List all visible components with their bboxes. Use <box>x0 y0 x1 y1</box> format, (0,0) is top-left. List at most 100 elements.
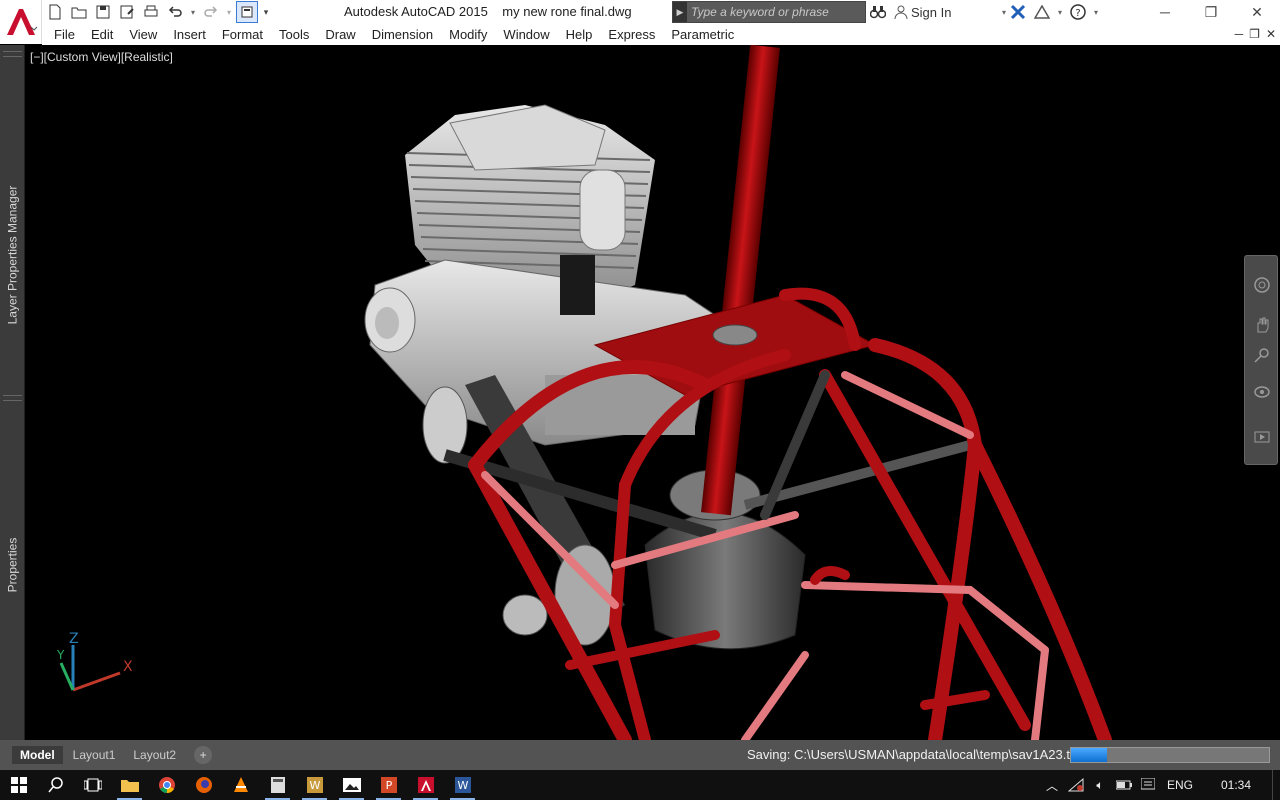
window-controls: ─ ❐ ✕ <box>1142 0 1280 24</box>
search-input[interactable] <box>687 5 857 19</box>
file-explorer-icon[interactable] <box>111 770 148 800</box>
orbit-icon[interactable] <box>1251 381 1273 403</box>
autocad-taskbar-icon[interactable] <box>407 770 444 800</box>
application-menu-button[interactable] <box>0 0 42 44</box>
powerpoint-icon[interactable]: P <box>370 770 407 800</box>
menu-view[interactable]: View <box>121 24 165 45</box>
menu-tools[interactable]: Tools <box>271 24 317 45</box>
customize-qat-icon[interactable]: ▾ <box>260 1 272 23</box>
menu-modify[interactable]: Modify <box>441 24 495 45</box>
workspace-icon[interactable] <box>236 1 258 23</box>
word-doc-icon[interactable]: W <box>296 770 333 800</box>
redo-icon[interactable] <box>200 1 222 23</box>
undo-icon[interactable] <box>164 1 186 23</box>
save-icon[interactable] <box>92 1 114 23</box>
quick-access-toolbar: ▾ ▾ ▾ <box>44 0 272 24</box>
menu-format[interactable]: Format <box>214 24 271 45</box>
save-progress-bar <box>1070 747 1270 763</box>
open-folder-icon[interactable] <box>68 1 90 23</box>
ucs-x-label: X <box>123 659 133 675</box>
progress-fill <box>1071 748 1107 762</box>
menu-dimension[interactable]: Dimension <box>364 24 441 45</box>
left-palette-bar: Layer Properties Manager Properties <box>0 45 25 740</box>
search-box[interactable]: ▶ <box>672 1 866 23</box>
tab-layout2[interactable]: Layout2 <box>125 746 184 764</box>
start-icon[interactable] <box>0 770 37 800</box>
menu-help[interactable]: Help <box>558 24 601 45</box>
word-icon[interactable]: W <box>444 770 481 800</box>
photos-icon[interactable] <box>333 770 370 800</box>
search-icon[interactable] <box>37 770 74 800</box>
ucs-icon: X Y Z <box>56 631 133 692</box>
title-bar: ▾ ▾ ▾ Autodesk AutoCAD 2015 my new rone … <box>0 0 1280 24</box>
battery-icon[interactable] <box>1112 770 1136 800</box>
menu-express[interactable]: Express <box>600 24 663 45</box>
vlc-icon[interactable] <box>222 770 259 800</box>
drawing-viewport[interactable]: [−][Custom View][Realistic] X Y Z <box>25 45 1280 740</box>
volume-icon[interactable]: 🔈︎ <box>1088 770 1112 800</box>
network-icon[interactable] <box>1064 770 1088 800</box>
3d-model: X Y Z <box>56 45 1112 740</box>
svg-text:?: ? <box>1075 8 1080 19</box>
steering-wheel-icon[interactable] <box>1251 274 1273 296</box>
drawing-minimize-icon[interactable]: ─ <box>1235 27 1244 41</box>
new-file-icon[interactable] <box>44 1 66 23</box>
ucs-y-label: Y <box>56 648 65 662</box>
plot-icon[interactable] <box>140 1 162 23</box>
user-icon <box>894 5 908 19</box>
show-hidden-icons-icon[interactable]: ︿ <box>1040 770 1064 800</box>
language-indicator[interactable]: ENG <box>1160 778 1200 792</box>
clock[interactable]: 01:34 <box>1200 778 1272 792</box>
navigation-bar <box>1244 255 1278 465</box>
a360-dropdown-icon[interactable]: ▾ <box>1054 0 1066 24</box>
sign-in-button[interactable]: Sign In ▾ <box>894 5 1006 20</box>
close-icon[interactable]: ✕ <box>1234 0 1280 24</box>
help-icon[interactable]: ? <box>1066 0 1090 24</box>
showmotion-icon[interactable] <box>1251 426 1273 448</box>
properties-tab[interactable]: Properties <box>0 515 25 615</box>
menu-edit[interactable]: Edit <box>83 24 121 45</box>
a360-icon[interactable] <box>1030 0 1054 24</box>
steering-column <box>701 45 781 516</box>
search-expand-icon[interactable]: ▶ <box>673 2 687 22</box>
tab-layout1[interactable]: Layout1 <box>65 746 124 764</box>
menu-parametric[interactable]: Parametric <box>663 24 742 45</box>
add-layout-button[interactable]: + <box>194 746 213 764</box>
minimize-icon[interactable]: ─ <box>1142 0 1188 24</box>
binoculars-icon[interactable] <box>866 0 890 24</box>
svg-text:P: P <box>385 779 392 792</box>
zoom-icon[interactable] <box>1251 344 1273 366</box>
autocad-logo-icon <box>6 9 37 35</box>
task-view-icon[interactable] <box>74 770 111 800</box>
drawing-close-icon[interactable]: ✕ <box>1266 27 1276 41</box>
drawing-window-controls: ─ ❐ ✕ <box>1235 24 1276 44</box>
exchange-apps-icon[interactable] <box>1006 0 1030 24</box>
saving-status: Saving: C:\Users\USMAN\appdata\local\tem… <box>747 747 1089 762</box>
restore-icon[interactable]: ❐ <box>1188 0 1234 24</box>
calculator-icon[interactable] <box>259 770 296 800</box>
help-dropdown-icon[interactable]: ▾ <box>1090 0 1102 24</box>
sign-in-label: Sign In <box>911 4 952 20</box>
menu-draw[interactable]: Draw <box>317 24 363 45</box>
ucs-z-label: Z <box>69 631 79 647</box>
system-tray: ︿ 🔈︎ ENG 01:34 <box>1040 770 1280 800</box>
undo-dropdown-icon[interactable]: ▾ <box>188 1 198 23</box>
palette-grip[interactable] <box>3 51 22 57</box>
menu-insert[interactable]: Insert <box>165 24 214 45</box>
pan-icon[interactable] <box>1251 314 1273 336</box>
firefox-icon[interactable] <box>185 770 222 800</box>
drawing-restore-icon[interactable]: ❐ <box>1249 27 1260 41</box>
redo-dropdown-icon[interactable]: ▾ <box>224 1 234 23</box>
window-title: Autodesk AutoCAD 2015 my new rone final.… <box>344 4 632 19</box>
palette-grip[interactable] <box>3 395 22 401</box>
chrome-icon[interactable] <box>148 770 185 800</box>
action-center-icon[interactable] <box>1136 770 1160 800</box>
save-as-icon[interactable] <box>116 1 138 23</box>
show-desktop-button[interactable] <box>1272 770 1280 800</box>
svg-text:W: W <box>309 779 320 792</box>
layer-properties-tab[interactable]: Layer Properties Manager <box>0 105 25 405</box>
menu-window[interactable]: Window <box>495 24 557 45</box>
menu-file[interactable]: File <box>42 24 83 45</box>
tab-model[interactable]: Model <box>12 746 63 764</box>
menu-bar: File Edit View Insert Format Tools Draw … <box>42 24 1280 45</box>
